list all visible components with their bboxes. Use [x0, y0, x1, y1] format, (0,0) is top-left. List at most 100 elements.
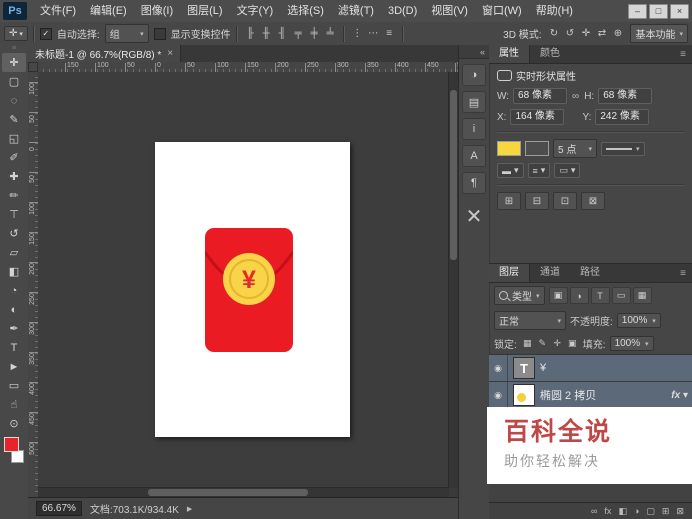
- fill-dropdown[interactable]: 100% ▾: [610, 336, 654, 351]
- lock-image-pixels-icon[interactable]: ✎: [536, 337, 549, 350]
- opacity-dropdown[interactable]: 100% ▾: [617, 313, 661, 328]
- panel-menu-icon[interactable]: ≡: [680, 49, 692, 60]
- distribute-horizontal-centers-icon[interactable]: ⋯: [366, 26, 381, 41]
- lock-position-icon[interactable]: ✛: [551, 337, 564, 350]
- styles-panel-icon[interactable]: ▤: [462, 91, 486, 113]
- lock-all-icon[interactable]: ▣: [566, 337, 579, 350]
- shape-detail-dropdown[interactable]: ▬▾: [497, 163, 524, 178]
- auto-select-dropdown[interactable]: 组 ▾: [105, 24, 149, 43]
- show-transform-checkbox[interactable]: [154, 28, 166, 40]
- blur-tool[interactable]: ◔: [2, 281, 26, 300]
- canvas-viewport[interactable]: ¥: [38, 72, 449, 488]
- rectangle-tool[interactable]: ▭: [2, 376, 26, 395]
- subtract-shape-icon[interactable]: ⊟: [525, 192, 549, 210]
- properties-tab[interactable]: 颜色: [530, 45, 570, 63]
- layer-style-icon[interactable]: fx: [604, 506, 611, 516]
- layer-mask-icon[interactable]: ◧: [618, 506, 627, 517]
- auto-select-checkbox[interactable]: ✓: [40, 28, 52, 40]
- layer-group-icon[interactable]: ▢: [646, 506, 655, 517]
- link-dimensions-icon[interactable]: ∞: [571, 91, 580, 102]
- vertical-scrollbar-thumb[interactable]: [450, 90, 457, 260]
- menu-item[interactable]: 视图(V): [424, 0, 475, 22]
- workspace-switcher[interactable]: 基本功能 ▾: [630, 24, 688, 43]
- healing-brush-tool[interactable]: ✚: [2, 167, 26, 186]
- maximize-button[interactable]: □: [649, 4, 668, 19]
- layer-effects-badge[interactable]: fx ▾: [671, 390, 688, 401]
- clone-stamp-tool[interactable]: ⊤: [2, 205, 26, 224]
- eyedropper-tool[interactable]: ✐: [2, 148, 26, 167]
- stroke-width-dropdown[interactable]: 5 点 ▾: [553, 139, 597, 158]
- intersect-shapes-icon[interactable]: ⊡: [553, 192, 577, 210]
- layers-tab[interactable]: 通道: [530, 264, 570, 282]
- link-layers-icon[interactable]: ∞: [591, 506, 597, 516]
- height-field[interactable]: 68 像素: [598, 88, 652, 104]
- layer-row[interactable]: ◉椭圆 2 拷贝fx ▾: [489, 382, 692, 409]
- menu-item[interactable]: 编辑(E): [83, 0, 134, 22]
- filter-adjustment-layers-icon[interactable]: ◑: [570, 287, 589, 304]
- status-flyout-arrow-icon[interactable]: ▶: [187, 505, 192, 513]
- horizontal-scrollbar[interactable]: [38, 487, 449, 497]
- filter-pixel-layers-icon[interactable]: ▣: [549, 287, 568, 304]
- panel-menu-icon[interactable]: ≡: [680, 268, 692, 279]
- stroke-style-dropdown[interactable]: ▾: [601, 142, 645, 156]
- crop-tool[interactable]: ◱: [2, 129, 26, 148]
- foreground-color-swatch[interactable]: [4, 437, 19, 452]
- info-panel-icon[interactable]: i: [462, 118, 486, 140]
- shape-stroke-swatch[interactable]: [525, 141, 549, 156]
- quick-selection-tool[interactable]: ✎: [2, 110, 26, 129]
- visibility-eye-icon[interactable]: ◉: [489, 355, 508, 381]
- menu-item[interactable]: 窗口(W): [475, 0, 529, 22]
- marquee-tool[interactable]: ▢: [2, 72, 26, 91]
- document-tab[interactable]: 未标题-1 @ 66.7%(RGB/8) * ×: [28, 45, 181, 62]
- visibility-eye-icon[interactable]: ◉: [489, 382, 508, 408]
- adjustments-panel-icon[interactable]: ◑: [462, 64, 486, 86]
- filter-smart-objects-icon[interactable]: ▦: [633, 287, 652, 304]
- menu-item[interactable]: 图像(I): [134, 0, 180, 22]
- align-vertical-centers-icon[interactable]: ╪: [307, 26, 322, 41]
- exclude-shapes-icon[interactable]: ⊠: [581, 192, 605, 210]
- pen-tool[interactable]: ✒: [2, 319, 26, 338]
- move-tool[interactable]: ✛: [2, 53, 26, 72]
- properties-tab[interactable]: 属性: [489, 45, 530, 63]
- history-brush-tool[interactable]: ↺: [2, 224, 26, 243]
- panel-gripper[interactable]: ≡: [12, 45, 16, 53]
- menu-item[interactable]: 选择(S): [280, 0, 331, 22]
- 3d-roll-icon[interactable]: ↺: [562, 26, 577, 41]
- 3d-drag-icon[interactable]: ✛: [578, 26, 593, 41]
- align-left-edges-icon[interactable]: ╟: [243, 26, 258, 41]
- x-field[interactable]: 164 像素: [510, 109, 564, 125]
- dock-x-icon[interactable]: ✕: [466, 204, 483, 229]
- shape-detail-dropdown[interactable]: ▭▾: [554, 163, 580, 178]
- new-layer-icon[interactable]: ⊞: [662, 506, 670, 517]
- horizontal-scrollbar-thumb[interactable]: [148, 489, 308, 496]
- type-tool[interactable]: T: [2, 338, 26, 357]
- menu-item[interactable]: 文件(F): [33, 0, 83, 22]
- layer-row[interactable]: ◉T¥: [489, 355, 692, 382]
- zoom-level-field[interactable]: 66.67%: [36, 501, 82, 516]
- blend-mode-dropdown[interactable]: 正常 ▾: [494, 311, 566, 330]
- tab-close-icon[interactable]: ×: [167, 48, 173, 59]
- layer-filter-dropdown[interactable]: 类型 ▾: [494, 286, 545, 305]
- ruler-origin-corner[interactable]: [28, 62, 38, 72]
- width-field[interactable]: 68 像素: [513, 88, 567, 104]
- hand-tool[interactable]: ☝: [2, 395, 26, 414]
- zoom-tool[interactable]: ⊙: [2, 414, 26, 433]
- filter-shape-layers-icon[interactable]: ▭: [612, 287, 631, 304]
- align-right-edges-icon[interactable]: ╢: [275, 26, 290, 41]
- align-top-edges-icon[interactable]: ╤: [291, 26, 306, 41]
- vertical-scrollbar[interactable]: [448, 72, 458, 488]
- tool-preset-button[interactable]: ✛ ▾: [4, 26, 28, 41]
- distribute-vertical-centers-icon[interactable]: ⋮: [350, 26, 365, 41]
- 3d-scale-icon[interactable]: ⊕: [610, 26, 625, 41]
- brush-tool[interactable]: ✏: [2, 186, 26, 205]
- menu-item[interactable]: 图层(L): [180, 0, 229, 22]
- menu-item[interactable]: 3D(D): [381, 0, 424, 22]
- minimize-button[interactable]: –: [628, 4, 647, 19]
- combine-shapes-icon[interactable]: ⊞: [497, 192, 521, 210]
- delete-layer-icon[interactable]: ⊠: [676, 506, 684, 517]
- gradient-tool[interactable]: ◧: [2, 262, 26, 281]
- 3d-rotate-icon[interactable]: ↻: [546, 26, 561, 41]
- character-panel-icon[interactable]: A: [462, 145, 486, 167]
- align-bottom-edges-icon[interactable]: ╧: [323, 26, 338, 41]
- lasso-tool[interactable]: ◌: [2, 91, 26, 110]
